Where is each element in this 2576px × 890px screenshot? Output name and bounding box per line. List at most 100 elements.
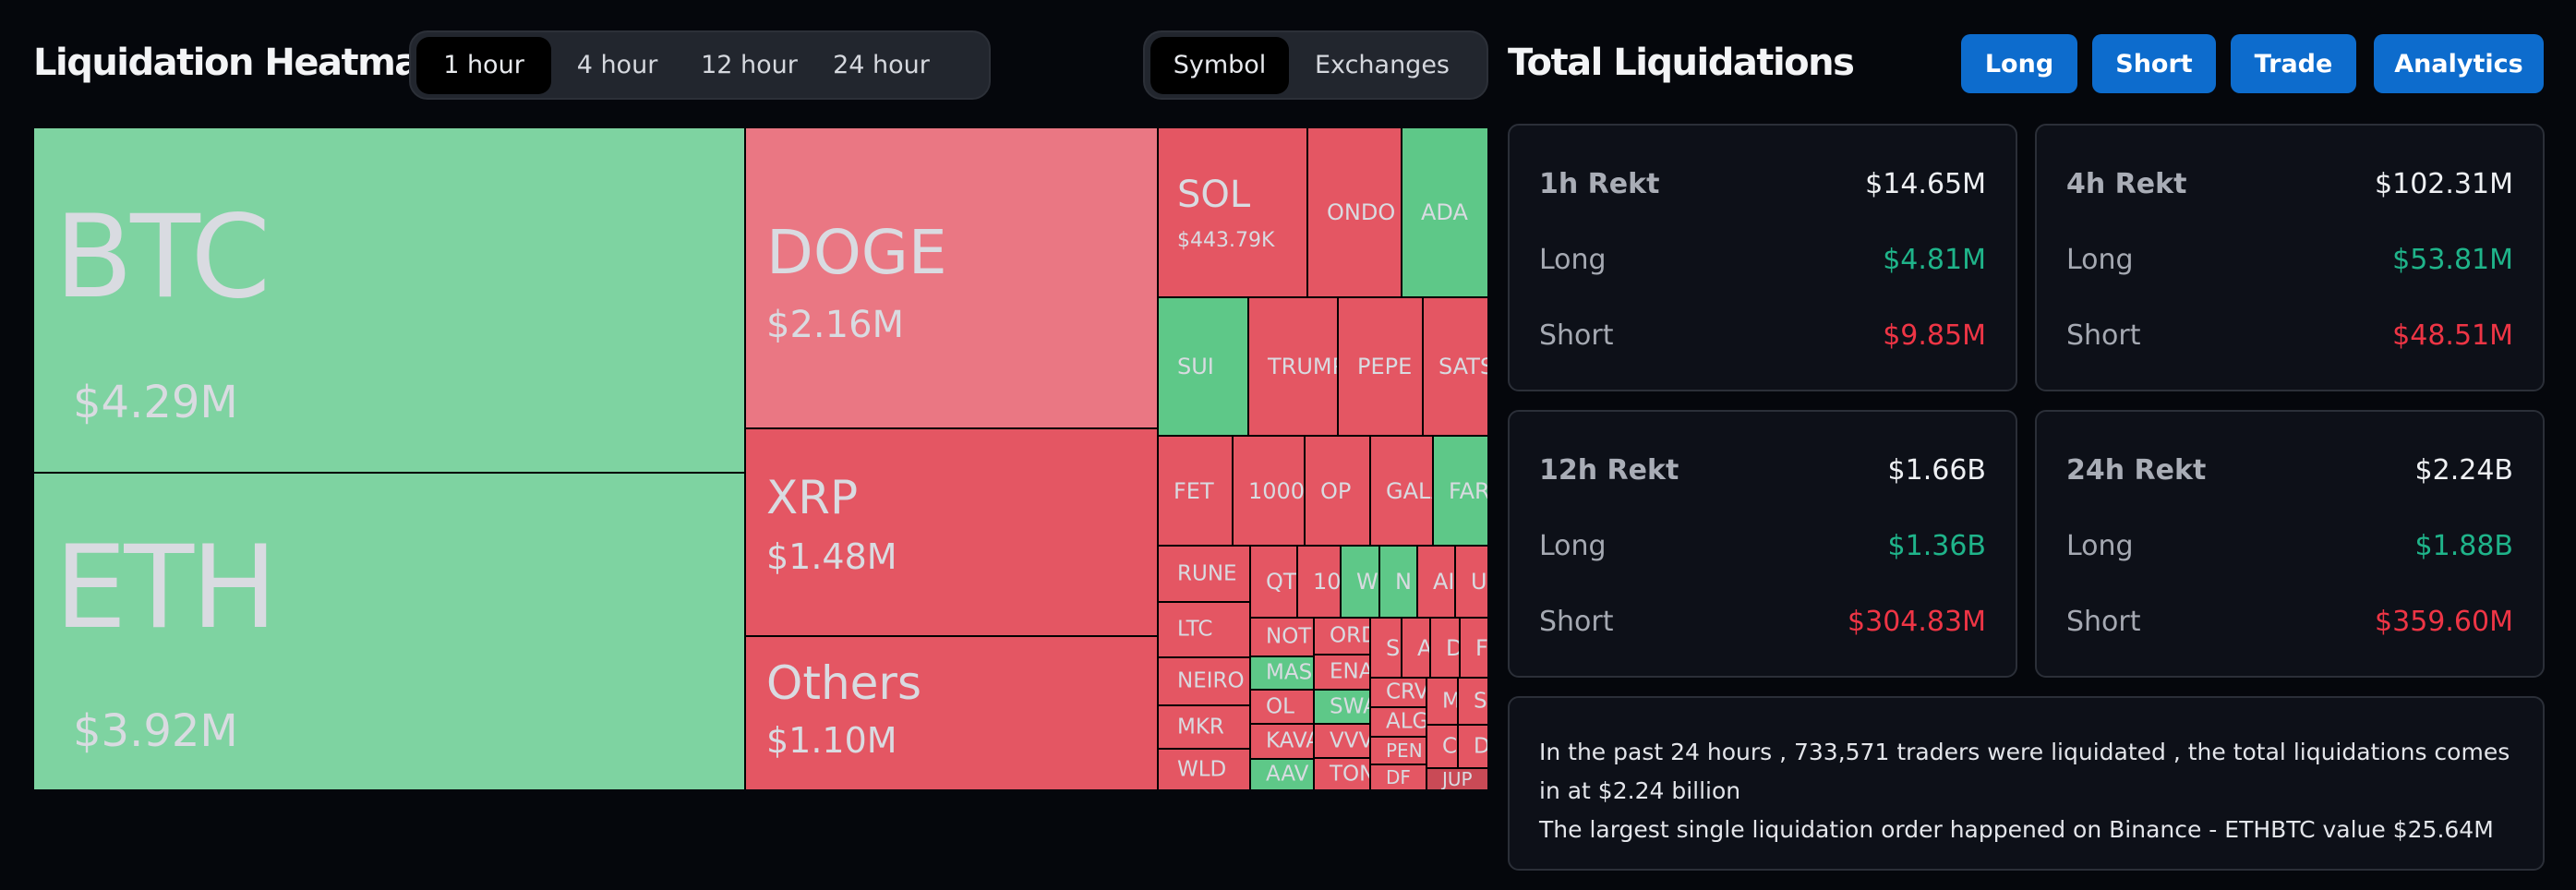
total-value: $14.65M — [1865, 168, 1986, 200]
tab-12-hour[interactable]: 12 hour — [683, 37, 815, 94]
tile-symbol: JUP — [1442, 769, 1473, 789]
tile-symbol: PEPE — [1357, 354, 1413, 379]
treemap-tile-swa[interactable]: SWA — [1315, 691, 1369, 723]
long-label: Long — [2066, 244, 2134, 276]
tile-symbol: AAV — [1266, 762, 1309, 787]
tile-symbol: ADA — [1421, 199, 1468, 225]
tile-symbol: PEN — [1386, 740, 1423, 762]
treemap-tile-aav[interactable]: AAV — [1251, 760, 1313, 789]
total-liquidations-title: Total Liquidations — [1508, 42, 1855, 84]
tab-24-hour[interactable]: 24 hour — [815, 37, 947, 94]
treemap-tile-pepe[interactable]: PEPE — [1339, 298, 1422, 435]
treemap-tile-wld[interactable]: WLD — [1159, 750, 1249, 789]
treemap-tile-sui[interactable]: SUI — [1159, 298, 1247, 435]
treemap-tile-sats[interactable]: SATS — [1424, 298, 1487, 435]
tile-symbol: C — [1442, 734, 1457, 758]
tile-symbol: BTC — [54, 191, 271, 324]
treemap-tile-ord[interactable]: ORD — [1315, 619, 1369, 654]
treemap-tile-f[interactable]: F — [1461, 619, 1487, 677]
treemap-tile-fet[interactable]: FET — [1159, 437, 1232, 545]
treemap-tile-vvv[interactable]: VVV — [1315, 725, 1369, 757]
tile-symbol: ETH — [54, 522, 277, 655]
card-title: 1h Rekt — [1539, 168, 1660, 200]
treemap-tile-u[interactable]: U — [1456, 547, 1487, 617]
treemap-tile-m[interactable]: M — [1427, 679, 1457, 724]
card-title: 4h Rekt — [2066, 168, 2187, 200]
tile-symbol: W — [1356, 569, 1378, 595]
treemap-tile-d[interactable]: D — [1459, 726, 1487, 767]
tile-symbol: SUI — [1177, 354, 1214, 379]
trade-button[interactable]: Trade — [2231, 34, 2356, 93]
tile-symbol: U — [1471, 569, 1487, 595]
tile-symbol: ONDO — [1327, 199, 1396, 225]
tile-symbol: SATS — [1438, 354, 1487, 379]
treemap-tile-xrp[interactable]: XRP $1.48M — [746, 429, 1157, 635]
treemap-tile-ton[interactable]: TON — [1315, 759, 1369, 789]
treemap-tile-ondo[interactable]: ONDO — [1308, 128, 1401, 296]
treemap-tile-df[interactable]: DF — [1371, 765, 1426, 789]
tile-symbol: NOT — [1266, 624, 1312, 649]
treemap-tile-crv[interactable]: CRV — [1371, 679, 1426, 706]
tile-symbol: AI — [1433, 569, 1454, 595]
treemap-tile-a[interactable]: A — [1402, 619, 1429, 677]
short-label: Short — [1539, 606, 1614, 638]
treemap-tile-mkr[interactable]: MKR — [1159, 706, 1249, 748]
treemap-tile-pen[interactable]: PEN — [1371, 738, 1426, 764]
treemap-tile-eth[interactable]: ETH $3.92M — [34, 474, 744, 789]
tile-symbol: DOGE — [766, 217, 947, 288]
treemap-tile-alg[interactable]: ALG — [1371, 708, 1426, 736]
treemap-tile-ada[interactable]: ADA — [1402, 128, 1487, 296]
treemap-tile-ol[interactable]: OL — [1251, 691, 1313, 723]
short-value: $304.83M — [1848, 606, 1986, 638]
tile-symbol: A — [1417, 634, 1429, 661]
tile-symbol: CRV — [1386, 680, 1426, 704]
tile-symbol: DF — [1386, 766, 1411, 788]
tab-1-hour[interactable]: 1 hour — [416, 36, 551, 94]
treemap-tile-jup[interactable]: JUP — [1427, 769, 1487, 789]
treemap-tile-op[interactable]: OP — [1306, 437, 1369, 545]
treemap-tile-not[interactable]: NOT — [1251, 619, 1313, 655]
treemap-tile-s[interactable]: S — [1459, 679, 1487, 724]
tab-symbol[interactable]: Symbol — [1150, 36, 1289, 94]
treemap-tile-btc[interactable]: BTC $4.29M — [34, 128, 744, 472]
stat-card-1h: 1h Rekt $14.65M Long $4.81M Short $9.85M — [1508, 124, 2017, 391]
treemap-tile-mas[interactable]: MAS — [1251, 657, 1313, 689]
tile-symbol: Others — [766, 656, 922, 710]
tile-symbol: RUNE — [1177, 561, 1237, 585]
treemap-tile-ena[interactable]: ENA — [1315, 655, 1369, 689]
treemap-tile-gala[interactable]: GALA — [1371, 437, 1432, 545]
treemap-tile-sol[interactable]: SOL $443.79K — [1159, 128, 1306, 296]
stat-card-24h: 24h Rekt $2.24B Long $1.88B Short $359.60M — [2035, 410, 2545, 678]
time-range-tabs: 1 hour 4 hour 12 hour 24 hour — [409, 30, 991, 100]
treemap-tile-w[interactable]: W — [1342, 547, 1378, 617]
stat-card-4h: 4h Rekt $102.31M Long $53.81M Short $48.51M — [2035, 124, 2545, 391]
treemap-tile-others[interactable]: Others $1.10M — [746, 637, 1157, 789]
short-value: $48.51M — [2392, 319, 2513, 352]
tile-symbol: F — [1475, 634, 1487, 661]
largest-order-text: The largest single liquidation order hap… — [1539, 816, 2494, 843]
treemap-tile-ai[interactable]: AI — [1418, 547, 1454, 617]
treemap-tile-trump[interactable]: TRUMP — [1249, 298, 1337, 435]
treemap-tile-kava[interactable]: KAVA — [1251, 725, 1313, 758]
tile-symbol: XRP — [766, 471, 859, 524]
treemap-tile-doge[interactable]: DOGE $2.16M — [746, 128, 1157, 427]
treemap-tile-10[interactable]: 10 — [1298, 547, 1340, 617]
tab-4-hour[interactable]: 4 hour — [551, 37, 683, 94]
treemap-tile-n[interactable]: N — [1380, 547, 1416, 617]
treemap-tile-ltc[interactable]: LTC — [1159, 603, 1249, 656]
treemap-tile-d[interactable]: D — [1431, 619, 1459, 677]
treemap-tile-s[interactable]: S — [1371, 619, 1401, 677]
short-button[interactable]: Short — [2092, 34, 2216, 93]
treemap-tile-neiro[interactable]: NEIRO — [1159, 658, 1249, 704]
treemap-tile-far[interactable]: FAR — [1434, 437, 1487, 545]
tile-symbol: TRUMP — [1268, 354, 1337, 379]
total-value: $1.66B — [1887, 454, 1986, 487]
treemap-tile-1000i[interactable]: 1000I — [1234, 437, 1304, 545]
tile-symbol: FAR — [1449, 477, 1487, 504]
treemap-tile-rune[interactable]: RUNE — [1159, 547, 1249, 601]
analytics-button[interactable]: Analytics — [2374, 34, 2544, 93]
long-button[interactable]: Long — [1961, 34, 2077, 93]
treemap-tile-qt[interactable]: QT — [1251, 547, 1296, 617]
treemap-tile-c[interactable]: C — [1427, 726, 1457, 767]
tab-exchanges[interactable]: Exchanges — [1289, 37, 1475, 94]
